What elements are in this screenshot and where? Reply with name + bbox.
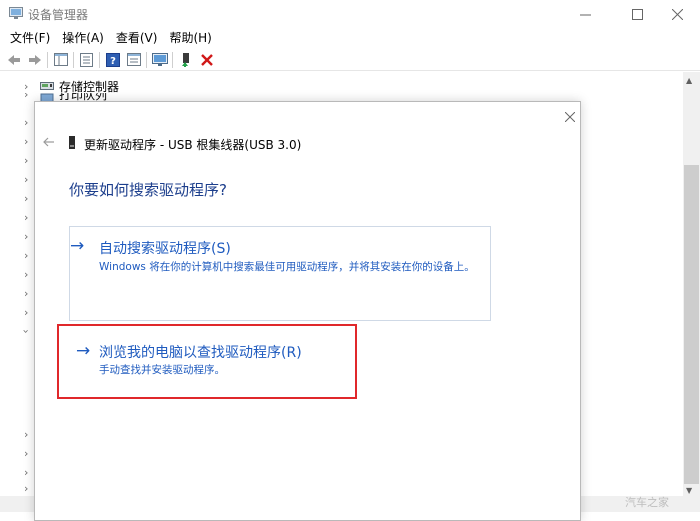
dialog-close-button[interactable] (560, 107, 580, 127)
scan-hardware-button[interactable] (149, 50, 170, 70)
chevron-right-icon[interactable]: › (24, 116, 28, 129)
toolbar-separator (172, 51, 173, 68)
print-queue-icon (40, 93, 54, 101)
chevron-right-icon[interactable]: › (24, 249, 28, 262)
toolbar: ? (0, 49, 700, 71)
chevron-down-icon[interactable]: › (20, 329, 33, 333)
option-title: 自动搜索驱动程序(S) (99, 241, 231, 257)
chevron-right-icon[interactable]: › (24, 428, 28, 441)
delete-x-icon (200, 53, 213, 66)
arrow-right-icon (28, 54, 41, 65)
tree-item-print-queues[interactable]: › 打印队列 (0, 93, 200, 101)
chevron-right-icon[interactable]: › (24, 135, 28, 148)
dialog-question: 你要如何搜索驱动程序? (69, 181, 227, 199)
chevron-right-icon[interactable]: › (24, 211, 28, 224)
close-icon (671, 8, 683, 20)
toolbar-separator (146, 51, 147, 68)
chevron-right-icon[interactable]: › (24, 268, 28, 281)
menu-bar: 文件(F) 操作(A) 查看(V) 帮助(H) (0, 28, 700, 48)
device-manager-icon (9, 7, 23, 19)
uninstall-device-button[interactable] (196, 50, 217, 70)
show-hide-console-tree-button[interactable] (50, 50, 71, 70)
back-arrow-icon (43, 137, 54, 147)
properties-button[interactable] (76, 50, 97, 70)
browse-my-computer-option[interactable]: → 浏览我的电脑以查找驱动程序(R) 手动查找并安装驱动程序。 (57, 324, 357, 399)
window-title: 设备管理器 (28, 8, 89, 22)
menu-action[interactable]: 操作(A) (56, 28, 110, 48)
arrow-left-icon (7, 54, 20, 65)
update-driver-icon (182, 53, 189, 67)
svg-text:?: ? (110, 56, 116, 67)
toolbar-separator (47, 51, 48, 68)
usb-device-icon (69, 136, 75, 149)
chevron-right-icon[interactable]: › (24, 154, 28, 167)
title-bar: 设备管理器 (0, 0, 700, 28)
option-description: 手动查找并安装驱动程序。 (99, 364, 225, 376)
scroll-up-icon[interactable]: ▲ (686, 76, 692, 85)
monitor-scan-icon (151, 52, 168, 66)
watermark: 汽车之家 (625, 496, 669, 509)
tree-item-label: 打印队列 (59, 93, 108, 101)
chevron-right-icon[interactable]: › (24, 173, 28, 186)
chevron-right-icon[interactable]: › (24, 192, 28, 205)
dialog-back-button[interactable] (39, 133, 59, 151)
scrollbar-thumb[interactable] (684, 165, 699, 484)
toolbar-separator (99, 51, 100, 68)
chevron-right-icon[interactable]: › (24, 230, 28, 243)
dialog-title: 更新驱动程序 - USB 根集线器(USB 3.0) (84, 138, 302, 152)
minimize-button[interactable] (562, 0, 608, 28)
maximize-icon (631, 8, 643, 20)
minimize-icon (579, 14, 591, 15)
chevron-right-icon[interactable]: › (24, 447, 28, 460)
console-tree-icon (53, 53, 68, 66)
view-details-icon (126, 53, 141, 66)
menu-view[interactable]: 查看(V) (110, 28, 164, 48)
arrow-right-icon: → (76, 341, 91, 361)
close-window-button[interactable] (654, 0, 700, 28)
option-description: Windows 将在你的计算机中搜索最佳可用驱动程序，并将其安装在你的设备上。 (99, 261, 475, 273)
update-driver-button[interactable] (175, 50, 196, 70)
help-icon: ? (105, 52, 120, 67)
close-icon (565, 112, 575, 122)
properties-icon (80, 52, 93, 67)
chevron-right-icon[interactable]: › (24, 466, 28, 479)
update-driver-dialog: 更新驱动程序 - USB 根集线器(USB 3.0) 你要如何搜索驱动程序? →… (34, 101, 581, 521)
chevron-right-icon[interactable]: › (24, 482, 28, 495)
view-details-button[interactable] (123, 50, 144, 70)
chevron-right-icon: › (24, 79, 29, 93)
chevron-right-icon[interactable]: › (24, 287, 28, 300)
help-button[interactable]: ? (102, 50, 123, 70)
menu-file[interactable]: 文件(F) (4, 28, 56, 48)
chevron-right-icon: › (24, 93, 29, 101)
scroll-down-icon[interactable]: ▼ (686, 486, 692, 495)
menu-help[interactable]: 帮助(H) (163, 28, 217, 48)
forward-button[interactable] (24, 50, 45, 70)
option-title: 浏览我的电脑以查找驱动程序(R) (99, 345, 302, 361)
back-button[interactable] (3, 50, 24, 70)
search-automatically-option[interactable]: → 自动搜索驱动程序(S) Windows 将在你的计算机中搜索最佳可用驱动程序… (69, 226, 491, 321)
arrow-right-icon: → (70, 236, 85, 256)
storage-controller-icon (40, 82, 54, 90)
toolbar-separator (73, 51, 74, 68)
chevron-right-icon[interactable]: › (24, 306, 28, 319)
